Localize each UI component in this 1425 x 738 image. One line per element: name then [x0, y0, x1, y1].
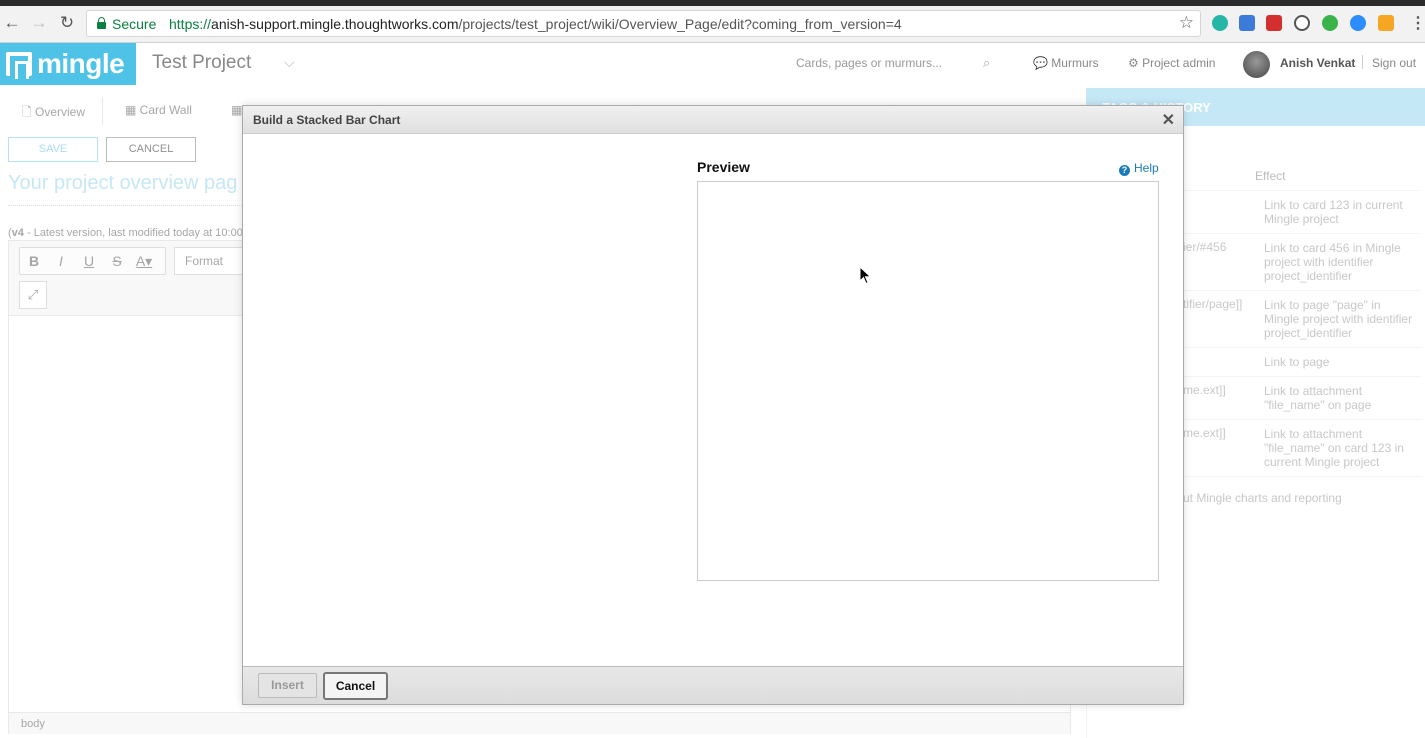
- dialog-footer: Insert Cancel: [243, 666, 1183, 704]
- bookmark-star-icon[interactable]: ☆: [1179, 13, 1194, 33]
- extension-orange-icon[interactable]: [1378, 15, 1394, 31]
- murmurs-label: Murmurs: [1051, 56, 1099, 70]
- dialog-title: Build a Stacked Bar Chart: [253, 113, 401, 127]
- project-admin-link[interactable]: ⚙ Project admin: [1128, 56, 1215, 70]
- forward-icon[interactable]: →: [30, 14, 48, 32]
- url-host: anish-support.mingle.thoughtworks.com: [211, 16, 459, 32]
- close-icon[interactable]: ✕: [1162, 110, 1175, 130]
- search-icon[interactable]: ⌕: [983, 55, 990, 71]
- url-path: /projects/test_project/wiki/Overview_Pag…: [458, 16, 902, 32]
- dialog-cancel-button[interactable]: Cancel: [323, 672, 388, 700]
- extension-grammarly-icon[interactable]: [1322, 15, 1338, 31]
- secure-label: Secure: [112, 16, 157, 32]
- address-bar[interactable]: Secure https://anish-support.mingle.thou…: [86, 10, 1201, 37]
- sign-out-link[interactable]: Sign out: [1372, 56, 1416, 70]
- chevron-down-icon[interactable]: ⌵: [284, 54, 295, 71]
- browser-menu-icon[interactable]: ⋮: [1410, 13, 1425, 33]
- stacked-bar-chart-dialog: Build a Stacked Bar Chart ✕ Preview ? Hel…: [242, 105, 1184, 705]
- extension-m-icon[interactable]: [1212, 15, 1228, 31]
- user-name[interactable]: Anish Venkat: [1280, 56, 1355, 70]
- url-text[interactable]: https://anish-support.mingle.thoughtwork…: [169, 16, 902, 32]
- back-icon[interactable]: ←: [3, 14, 21, 32]
- insert-button[interactable]: Insert: [258, 673, 317, 698]
- reload-icon[interactable]: ↻: [58, 14, 76, 32]
- browser-toolbar: ← → ↻ Secure https://anish-support.mingl…: [0, 0, 1425, 43]
- global-search-input[interactable]: Cards, pages or murmurs...: [796, 56, 942, 70]
- project-admin-label: Project admin: [1142, 56, 1216, 70]
- chat-bubble-icon: 💬: [1033, 56, 1052, 70]
- help-link[interactable]: ? Help: [1119, 161, 1159, 176]
- project-name[interactable]: Test Project: [152, 52, 251, 74]
- extension-zoom-icon[interactable]: [1350, 15, 1366, 31]
- help-icon: ?: [1119, 165, 1130, 176]
- header-divider: [1362, 55, 1363, 69]
- chart-preview-area: [697, 181, 1159, 581]
- url-protocol: https://: [169, 16, 212, 32]
- mingle-logo-text: mingle: [37, 48, 125, 79]
- dialog-title-bar[interactable]: Build a Stacked Bar Chart ✕: [243, 106, 1183, 134]
- murmurs-link[interactable]: 💬 Murmurs: [1033, 56, 1099, 70]
- mingle-logo[interactable]: mingle: [0, 43, 136, 85]
- extension-red-icon[interactable]: [1266, 15, 1282, 31]
- lock-icon: [97, 17, 106, 29]
- secure-indicator[interactable]: Secure: [97, 16, 156, 32]
- gear-icon: ⚙: [1128, 56, 1143, 70]
- mingle-logo-mark: [6, 52, 32, 79]
- avatar[interactable]: [1243, 51, 1270, 78]
- extension-circle-icon[interactable]: [1294, 15, 1310, 31]
- preview-heading: Preview: [697, 159, 750, 175]
- browser-tabstrip: [0, 0, 1425, 6]
- help-label: Help: [1134, 161, 1159, 175]
- extension-puzzle-icon[interactable]: [1239, 15, 1255, 31]
